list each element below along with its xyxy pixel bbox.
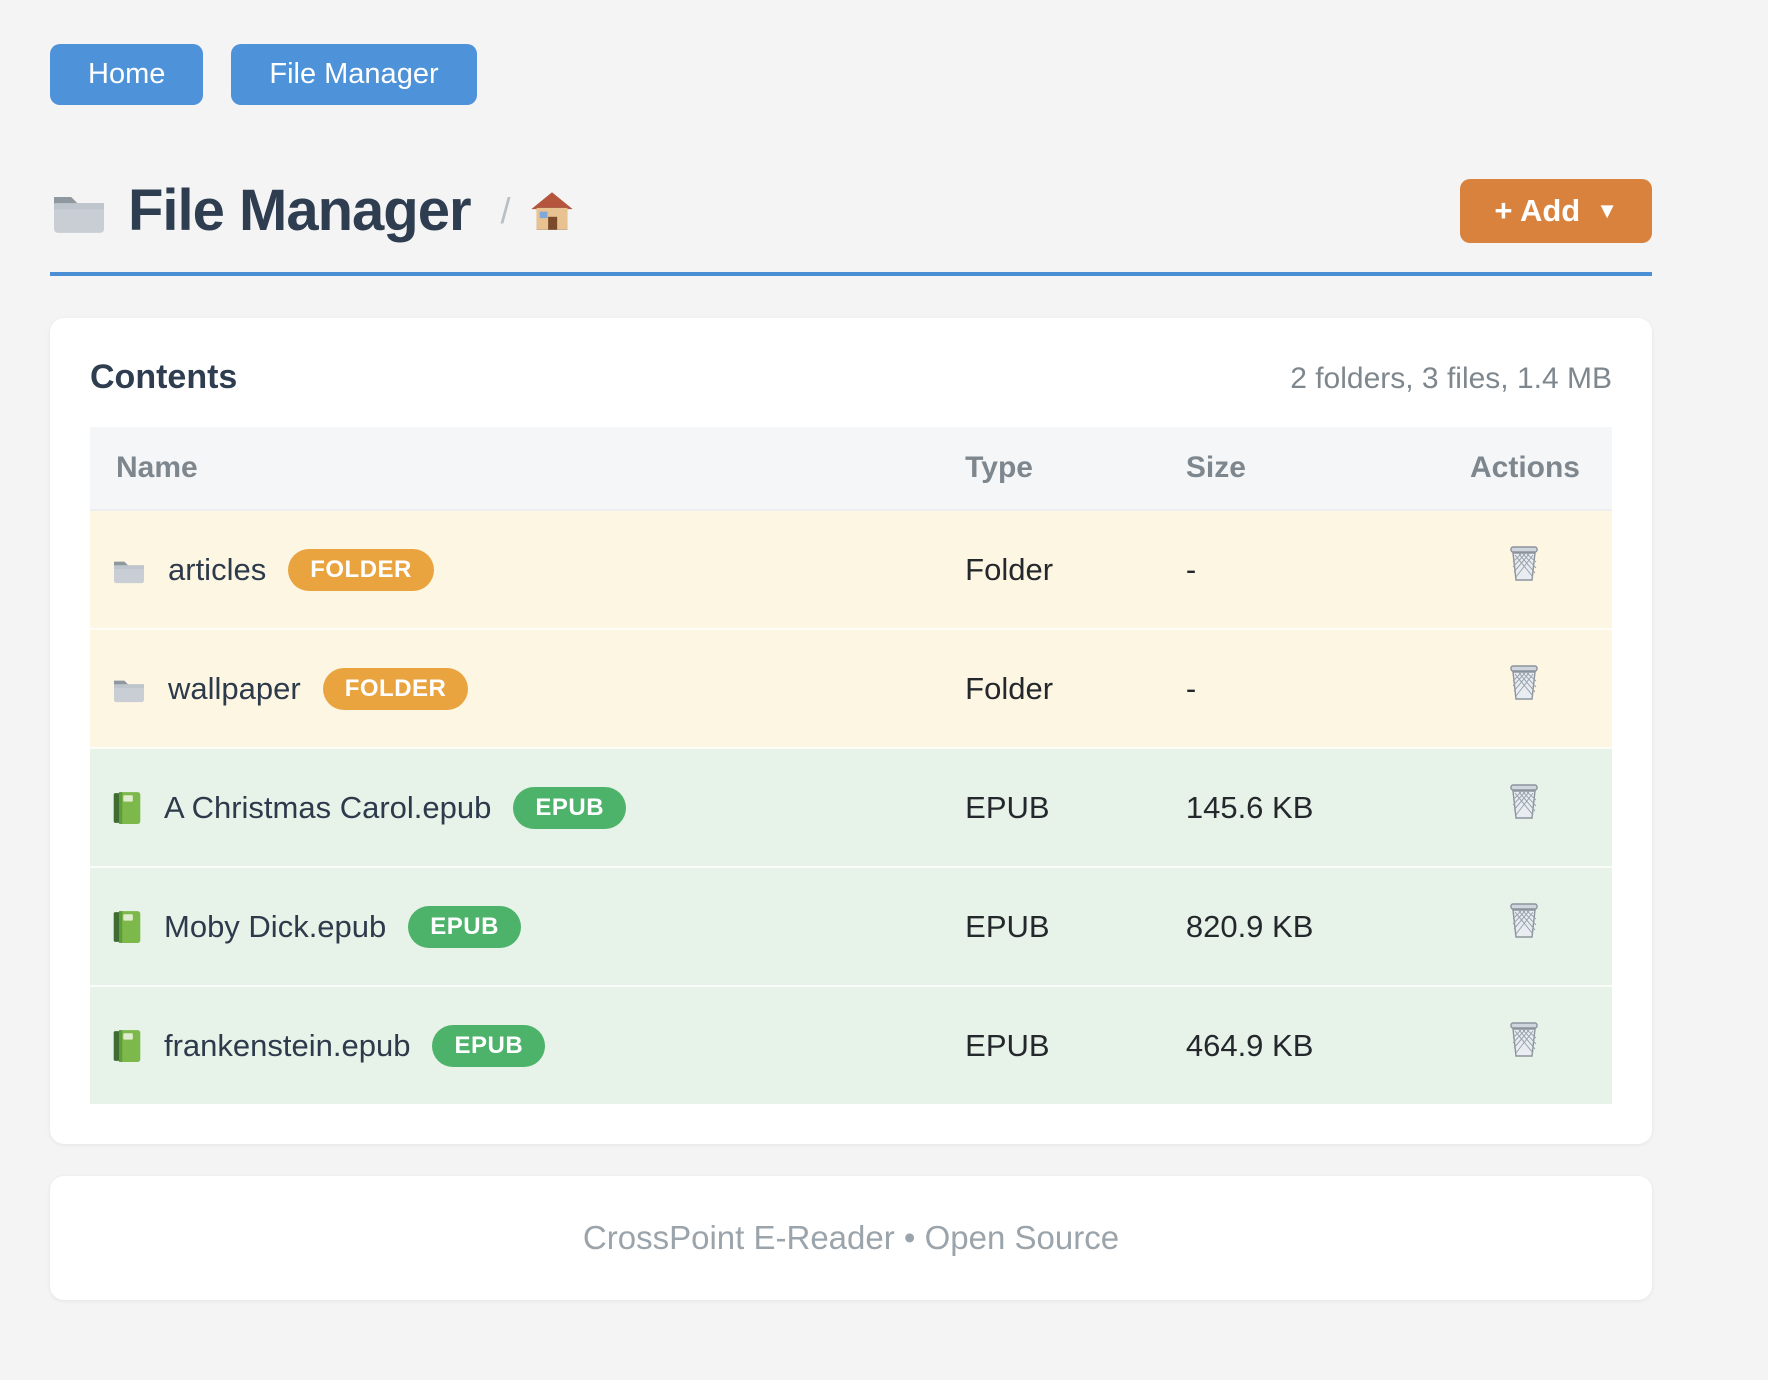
- delete-button[interactable]: [1508, 546, 1540, 582]
- file-table: Name Type Size Actions articles FOLDER F…: [90, 427, 1612, 1104]
- file-type: EPUB: [965, 748, 1186, 867]
- file-size: -: [1186, 629, 1437, 748]
- page-header: File Manager / + Add ▼: [50, 177, 1652, 244]
- trash-icon: [1508, 903, 1540, 939]
- file-name-link[interactable]: wallpaper: [168, 668, 301, 710]
- card-title: Contents: [90, 358, 237, 397]
- trash-icon: [1508, 546, 1540, 582]
- add-button[interactable]: + Add ▼: [1460, 179, 1652, 243]
- title-divider: [50, 272, 1652, 276]
- add-button-label: + Add: [1494, 193, 1580, 229]
- green-book-icon: [112, 1029, 142, 1063]
- column-header-type: Type: [965, 427, 1186, 510]
- column-header-size: Size: [1186, 427, 1437, 510]
- table-row: wallpaper FOLDER Folder -: [90, 629, 1612, 748]
- file-type: EPUB: [965, 986, 1186, 1104]
- home-button[interactable]: Home: [50, 44, 203, 105]
- delete-button[interactable]: [1508, 784, 1540, 820]
- epub-badge: EPUB: [513, 787, 626, 829]
- folder-icon: [50, 186, 108, 236]
- table-row: A Christmas Carol.epub EPUB EPUB 145.6 K…: [90, 748, 1612, 867]
- footer-text: CrossPoint E-Reader • Open Source: [583, 1219, 1119, 1257]
- file-size: -: [1186, 510, 1437, 629]
- folder-badge: FOLDER: [323, 668, 469, 710]
- contents-card: Contents 2 folders, 3 files, 1.4 MB Name…: [50, 318, 1652, 1144]
- footer: CrossPoint E-Reader • Open Source: [50, 1176, 1652, 1300]
- table-header-row: Name Type Size Actions: [90, 427, 1612, 510]
- folder-icon: [112, 555, 146, 585]
- delete-button[interactable]: [1508, 903, 1540, 939]
- folder-badge: FOLDER: [288, 549, 434, 591]
- file-name-link[interactable]: articles: [168, 549, 266, 591]
- file-name-link[interactable]: A Christmas Carol.epub: [164, 787, 491, 829]
- file-size: 820.9 KB: [1186, 867, 1437, 986]
- page: Home File Manager File Manager / + Add ▼…: [50, 0, 1652, 1300]
- trash-icon: [1508, 784, 1540, 820]
- file-name-link[interactable]: frankenstein.epub: [164, 1025, 410, 1067]
- trash-icon: [1508, 1022, 1540, 1058]
- caret-down-icon: ▼: [1596, 200, 1618, 222]
- file-manager-button[interactable]: File Manager: [231, 44, 476, 105]
- green-book-icon: [112, 791, 142, 825]
- file-name-link[interactable]: Moby Dick.epub: [164, 906, 386, 948]
- green-book-icon: [112, 910, 142, 944]
- file-type: Folder: [965, 510, 1186, 629]
- home-icon[interactable]: [531, 191, 573, 231]
- column-header-actions: Actions: [1437, 427, 1612, 510]
- column-header-name: Name: [90, 427, 965, 510]
- breadcrumb-separator: /: [501, 190, 511, 232]
- delete-button[interactable]: [1508, 665, 1540, 701]
- contents-summary: 2 folders, 3 files, 1.4 MB: [1290, 362, 1612, 396]
- table-row: frankenstein.epub EPUB EPUB 464.9 KB: [90, 986, 1612, 1104]
- page-title: File Manager: [128, 177, 471, 244]
- folder-icon: [112, 674, 146, 704]
- table-row: articles FOLDER Folder -: [90, 510, 1612, 629]
- file-type: EPUB: [965, 867, 1186, 986]
- epub-badge: EPUB: [408, 906, 521, 948]
- file-type: Folder: [965, 629, 1186, 748]
- epub-badge: EPUB: [432, 1025, 545, 1067]
- table-row: Moby Dick.epub EPUB EPUB 820.9 KB: [90, 867, 1612, 986]
- file-size: 464.9 KB: [1186, 986, 1437, 1104]
- trash-icon: [1508, 665, 1540, 701]
- top-nav: Home File Manager: [50, 44, 1652, 105]
- file-size: 145.6 KB: [1186, 748, 1437, 867]
- delete-button[interactable]: [1508, 1022, 1540, 1058]
